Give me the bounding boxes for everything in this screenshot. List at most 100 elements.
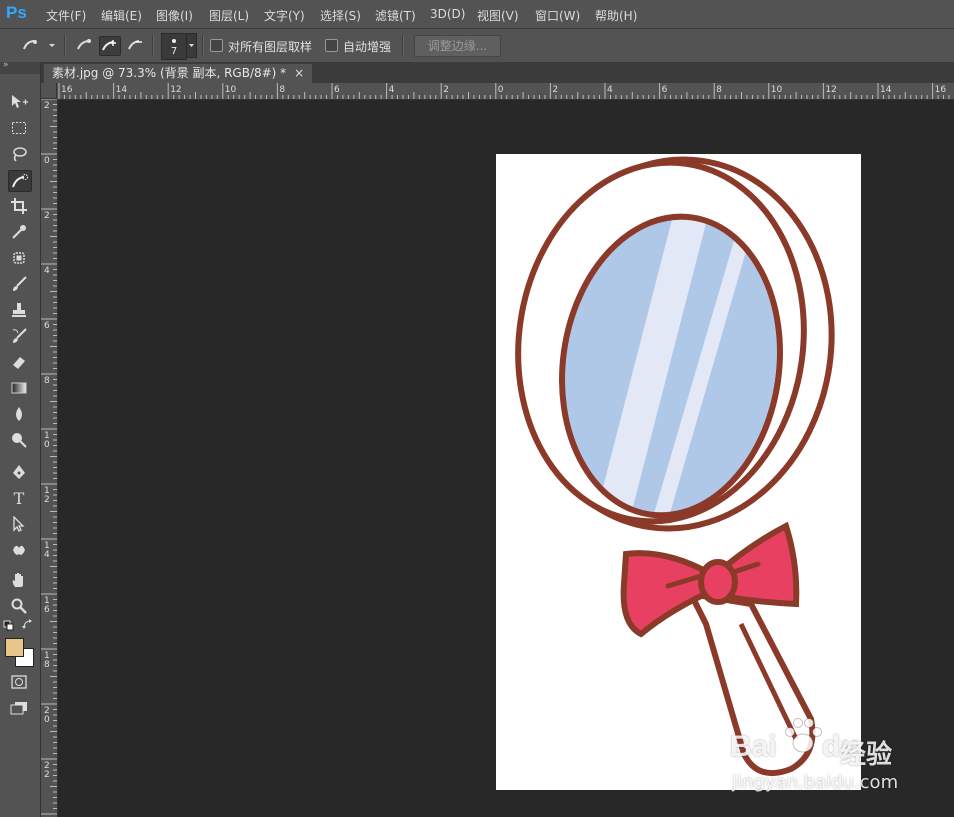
horizontal-ruler-ticks: 16 14 12 10 8 6 4 2 0 2 4 6 8 10 12 14 16 [58,83,950,99]
ruler-label: 2 [44,495,50,505]
vertical-ruler-ticks: 20246810121416182022 [41,99,57,815]
ruler-label: 2 [44,101,50,111]
brush-icon [13,276,27,291]
eraser-tool[interactable] [8,352,30,372]
vertical-ruler[interactable]: 20246810121416182022 [41,99,58,817]
ruler-label: 0 [44,715,50,725]
toolbox: » T [0,60,41,817]
menu-3d[interactable]: 3D(D) [430,7,465,21]
default-colors-icon[interactable] [3,620,15,632]
separator [152,35,154,56]
dodge-icon [12,433,27,448]
ruler-label: 6 [44,321,50,331]
brush-size-value: 7 [170,46,178,57]
screen-mode-button[interactable] [8,698,30,718]
ruler-corner[interactable] [41,83,57,99]
menu-layer[interactable]: 图层(L) [209,7,249,24]
drop-icon [16,407,22,421]
refine-edge-button[interactable]: 调整边缘... [414,35,501,57]
menu-bar: Ps 文件(F) 编辑(E) 图像(I) 图层(L) 文字(Y) 选择(S) 滤… [0,0,954,29]
quick-mask-icon [11,675,27,689]
menu-help[interactable]: 帮助(H) [595,7,637,24]
brush-subtract-icon [128,40,142,50]
app-logo: Ps [6,3,27,22]
brush-tool[interactable] [8,274,30,294]
menu-image[interactable]: 图像(I) [156,7,193,24]
toolbox-header[interactable]: » [0,60,40,74]
ruler-label: 6 [662,85,668,95]
ruler-label: 16 [935,85,947,95]
shape-icon [13,545,25,555]
sample-all-layers-checkbox[interactable] [210,39,223,52]
options-bar: 7 对所有图层取样 自动增强 调整边缘... [0,29,954,63]
brush-new-icon [77,39,91,50]
marquee-tool[interactable] [8,118,30,138]
type-icon: T [13,488,25,508]
menu-view[interactable]: 视图(V) [477,7,519,24]
subtract-from-selection-button[interactable] [126,36,146,54]
brush-dot-icon [172,39,176,43]
menu-edit[interactable]: 编辑(E) [101,7,142,24]
custom-shape-tool[interactable] [8,540,30,560]
chevron-down-icon [189,44,194,47]
brush-picker-dropdown[interactable] [186,33,197,58]
menu-type[interactable]: 文字(Y) [264,7,305,24]
separator [64,35,66,56]
horizontal-ruler[interactable]: 16 14 12 10 8 6 4 2 0 2 4 6 8 10 12 14 16 [57,83,954,100]
watermark-product: 经验 [840,740,893,770]
clone-stamp-tool[interactable] [8,300,30,320]
zoom-tool[interactable] [8,596,30,616]
ruler-label: 4 [389,85,395,95]
quick-selection-icon [12,174,28,188]
ruler-label: 6 [334,85,340,95]
pen-tool[interactable] [8,462,30,482]
document-tab[interactable]: 素材.jpg @ 73.3% (背景 副本, RGB/8#) * × [44,64,313,83]
menu-window[interactable]: 窗口(W) [535,7,580,24]
menu-select[interactable]: 选择(S) [320,7,361,24]
gradient-tool[interactable] [8,378,30,398]
blur-tool[interactable] [8,404,30,424]
foreground-color-swatch[interactable] [5,638,24,657]
tool-preset-picker[interactable] [20,36,56,54]
watermark-url: jingyan.baidu.com [732,772,899,793]
healing-brush-tool[interactable] [8,248,30,268]
dodge-tool[interactable] [8,430,30,450]
eyedropper-tool[interactable] [8,222,30,242]
ruler-label: 8 [279,85,285,95]
add-to-selection-button[interactable] [99,36,121,56]
menu-file[interactable]: 文件(F) [46,7,86,24]
ruler-label: 10 [771,85,783,95]
bow-knot [698,559,738,605]
quick-mask-button[interactable] [8,672,30,692]
ruler-label: 0 [498,85,504,95]
screen-mode-icon [10,702,27,715]
ruler-label: 8 [44,376,50,386]
ruler-label: 2 [44,211,50,221]
ruler-label: 0 [44,440,50,450]
document-canvas[interactable] [496,154,861,790]
swap-colors-icon[interactable] [22,619,34,631]
brush-add-icon [102,40,116,51]
bandage-icon [13,252,25,264]
quick-selection-tool[interactable] [8,170,32,192]
ruler-label: 10 [225,85,237,95]
quick-selection-icon [23,40,55,50]
pen-icon [13,465,25,479]
type-tool[interactable]: T [8,488,30,508]
direct-select-icon [13,516,25,532]
move-tool[interactable] [8,92,30,112]
brush-size-picker[interactable]: 7 [161,33,187,60]
history-brush-tool[interactable] [8,326,30,346]
close-icon[interactable]: × [294,66,304,80]
separator [402,35,404,56]
crop-icon [11,198,27,214]
stamp-icon [12,303,26,317]
auto-enhance-checkbox[interactable] [325,39,338,52]
new-selection-button[interactable] [75,36,95,54]
hand-tool[interactable] [8,570,30,590]
lasso-tool[interactable] [8,144,30,164]
menu-filter[interactable]: 滤镜(T) [375,7,416,24]
move-icon [12,95,28,108]
crop-tool[interactable] [8,196,30,216]
path-selection-tool[interactable] [8,514,30,534]
